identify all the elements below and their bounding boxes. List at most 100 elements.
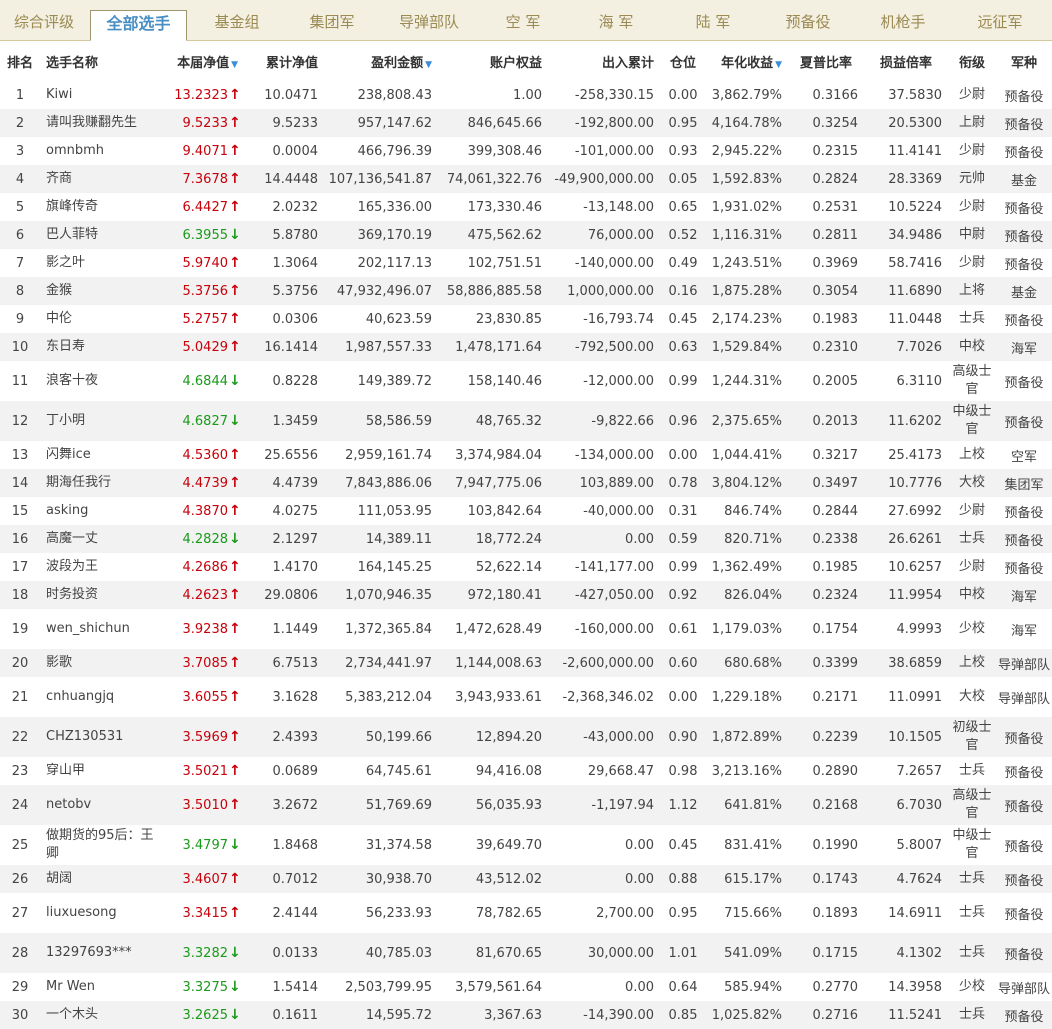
table-row[interactable]: 13 闪舞ice 4.5360↑ 25.6556 2,959,161.74 3,374,9…: [0, 441, 1052, 469]
table-row[interactable]: 18 时务投资 4.2623↑ 29.0806 1,070,946.35 972,180.…: [0, 581, 1052, 609]
arrow-up-icon: ↑: [229, 339, 241, 355]
tab-army[interactable]: 陆 军: [666, 0, 760, 40]
table-row[interactable]: 24 netobv 3.5010↑ 3.2672 51,769.69 56,035.93-…: [0, 785, 1052, 825]
table-row[interactable]: 11 浪客十夜 4.6844↓ 0.8228 149,389.72 158,140.46-…: [0, 361, 1052, 401]
player-name[interactable]: 中伦: [40, 305, 162, 333]
table-row[interactable]: 4 齐商 7.3678↑ 14.4448 107,136,541.87 74,061,32…: [0, 165, 1052, 193]
table-row[interactable]: 9 中伦 5.2757↑ 0.0306 40,623.59 23,830.85 -16,79…: [0, 305, 1052, 333]
grade-cell: 中级士官: [948, 401, 996, 441]
annual-return-cell: 820.71%: [706, 525, 788, 553]
player-name[interactable]: asking: [40, 497, 162, 525]
player-name[interactable]: 金猴: [40, 277, 162, 305]
arrow-down-icon: ↓: [229, 1007, 241, 1023]
table-row[interactable]: 28 13297693*** 3.3282↓ 0.0133 40,785.03 81,67…: [0, 933, 1052, 973]
cum-net-cell: 10.0471: [264, 87, 318, 103]
flow-cell: -40,000.00: [583, 503, 654, 519]
table-row[interactable]: 5 旗峰传奇 6.4427↑ 2.0232 165,336.00 173,330.46 -1…: [0, 193, 1052, 221]
table-row[interactable]: 3 omnbmh 9.4071↑ 0.0004 466,796.39 399,308.46…: [0, 137, 1052, 165]
current-net-cell: 3.5021↑: [162, 757, 244, 785]
net-value: 3.4607: [182, 872, 229, 887]
table-row[interactable]: 1 Kiwi 13.2323↑ 10.0471 238,808.43 1.00 -258,3…: [0, 81, 1052, 109]
player-name[interactable]: 巴人菲特: [40, 221, 162, 249]
tab-machine-gunner[interactable]: 机枪手: [856, 0, 950, 40]
player-name[interactable]: 一个木头: [40, 1001, 162, 1029]
sharpe-cell: 0.3217: [812, 447, 859, 463]
sharpe-cell: 0.3054: [788, 277, 864, 305]
table-row[interactable]: 19 wen_shichun 3.9238↑ 1.1449 1,372,365.84 1,…: [0, 609, 1052, 649]
table-row[interactable]: 12 丁小明 4.6827↓ 1.3459 58,586.59 48,765.32 -9,8…: [0, 401, 1052, 441]
player-name[interactable]: 高魔一丈: [40, 525, 162, 553]
col-annual-return-header[interactable]: 年化收益 ▼: [706, 41, 788, 81]
table-row[interactable]: 14 期海任我行 4.4739↑ 4.4739 7,843,886.06 7,947,77…: [0, 469, 1052, 497]
table-row[interactable]: 30 一个木头 3.2625↓ 0.1611 14,595.72 3,367.63 -14,…: [0, 1001, 1052, 1029]
table-row[interactable]: 6 巴人菲特 6.3955↓ 5.8780 369,170.19 475,562.62 76…: [0, 221, 1052, 249]
table-row[interactable]: 2 请叫我赚翻先生 9.5233↑ 9.5233 957,147.62 846,645.6…: [0, 109, 1052, 137]
branch-cell: 预备役: [996, 865, 1052, 893]
table-row[interactable]: 25 做期货的95后：王卿 3.4797↓ 1.8468 31,374.58 39,649…: [0, 825, 1052, 865]
player-name[interactable]: cnhuangjq: [40, 677, 162, 717]
player-name[interactable]: 做期货的95后：王卿: [40, 825, 162, 865]
player-name[interactable]: Kiwi: [40, 81, 162, 109]
rank-cell: 27: [11, 905, 29, 921]
table-row[interactable]: 27 liuxuesong 3.3415↑ 2.4144 56,233.93 78,782…: [0, 893, 1052, 933]
tab-reserve[interactable]: 预备役: [760, 0, 856, 40]
col-current-net-header[interactable]: 本届净值 ▼: [162, 41, 244, 81]
table-row[interactable]: 7 影之叶 5.9740↑ 1.3064 202,117.13 102,751.51 -14…: [0, 249, 1052, 277]
position-cell: 0.95: [668, 905, 698, 921]
player-name[interactable]: omnbmh: [40, 137, 162, 165]
player-name[interactable]: 影歌: [40, 649, 162, 677]
pl-ratio-cell: 11.4141: [888, 143, 942, 159]
tab-navy[interactable]: 海 军: [566, 0, 666, 40]
pl-ratio-cell: 11.6890: [864, 277, 948, 305]
player-name[interactable]: wen_shichun: [40, 609, 162, 649]
tab-fund-group[interactable]: 基金组: [188, 0, 286, 40]
position-cell: 0.60: [660, 649, 706, 677]
player-name[interactable]: 浪客十夜: [40, 361, 162, 401]
table-row[interactable]: 29 Mr Wen 3.3275↓ 1.5414 2,503,799.95 3,579,5…: [0, 973, 1052, 1001]
tab-overall-rating[interactable]: 综合评级: [0, 0, 88, 40]
table-row[interactable]: 15 asking 4.3870↑ 4.0275 111,053.95 103,842.6…: [0, 497, 1052, 525]
player-name[interactable]: 齐商: [40, 165, 162, 193]
player-name[interactable]: 东日寿: [40, 333, 162, 361]
table-row[interactable]: 21 cnhuangjq 3.6055↑ 3.1628 5,383,212.04 3,94…: [0, 677, 1052, 717]
player-name[interactable]: 波段为王: [40, 553, 162, 581]
table-row[interactable]: 8 金猴 5.3756↑ 5.3756 47,932,496.07 58,886,885.…: [0, 277, 1052, 305]
sharpe-cell: 0.2310: [788, 333, 864, 361]
table-row[interactable]: 17 波段为王 4.2686↑ 1.4170 164,145.25 52,622.14 -1…: [0, 553, 1052, 581]
table-row[interactable]: 26 胡阔 3.4607↑ 0.7012 30,938.70 43,512.02 0.00 0…: [0, 865, 1052, 893]
player-name[interactable]: 时务投资: [40, 581, 162, 609]
player-name[interactable]: 13297693***: [40, 933, 162, 973]
table-row[interactable]: 20 影歌 3.7085↑ 6.7513 2,734,441.97 1,144,008.6…: [0, 649, 1052, 677]
table-row[interactable]: 10 东日寿 5.0429↑ 16.1414 1,987,557.33 1,478,171…: [0, 333, 1052, 361]
table-row[interactable]: 16 高魔一丈 4.2828↓ 2.1297 14,389.11 18,772.24 0.0…: [0, 525, 1052, 553]
player-name[interactable]: Mr Wen: [40, 973, 162, 1001]
table-row[interactable]: 22 CHZ130531 3.5969↑ 2.4393 50,199.66 12,894.…: [0, 717, 1052, 757]
player-name[interactable]: netobv: [40, 785, 162, 825]
tab-all-players[interactable]: 全部选手: [90, 10, 187, 41]
col-profit-header[interactable]: 盈利金额 ▼: [324, 41, 438, 81]
sort-desc-icon[interactable]: ▼: [231, 60, 238, 70]
player-name[interactable]: 期海任我行: [40, 469, 162, 497]
header-label: 出入累计: [601, 55, 654, 71]
flow-cell: -792,500.00: [548, 333, 660, 361]
tab-missile-force[interactable]: 导弹部队: [378, 0, 480, 40]
player-name[interactable]: 胡阔: [40, 865, 162, 893]
sort-desc-icon[interactable]: ▼: [425, 60, 432, 70]
net-value: 3.5021: [182, 764, 229, 779]
profit-cell: 7,843,886.06: [324, 469, 438, 497]
player-name[interactable]: liuxuesong: [40, 893, 162, 933]
player-name[interactable]: 穿山甲: [40, 757, 162, 785]
tab-air-force[interactable]: 空 军: [480, 0, 566, 40]
table-row[interactable]: 23 穿山甲 3.5021↑ 0.0689 64,745.61 94,416.08 29,6…: [0, 757, 1052, 785]
sort-desc-icon[interactable]: ▼: [775, 60, 782, 70]
arrow-up-icon: ↑: [229, 503, 241, 519]
tab-army-group[interactable]: 集团军: [286, 0, 378, 40]
player-name[interactable]: 请叫我赚翻先生: [40, 109, 162, 137]
player-name[interactable]: CHZ130531: [40, 717, 162, 757]
cum-net-cell: 1.1449: [272, 621, 319, 637]
player-name[interactable]: 丁小明: [40, 401, 162, 441]
player-name[interactable]: 旗峰传奇: [40, 193, 162, 221]
player-name[interactable]: 影之叶: [40, 249, 162, 277]
player-name[interactable]: 闪舞ice: [40, 441, 162, 469]
tab-expeditionary[interactable]: 远征军: [950, 0, 1050, 40]
